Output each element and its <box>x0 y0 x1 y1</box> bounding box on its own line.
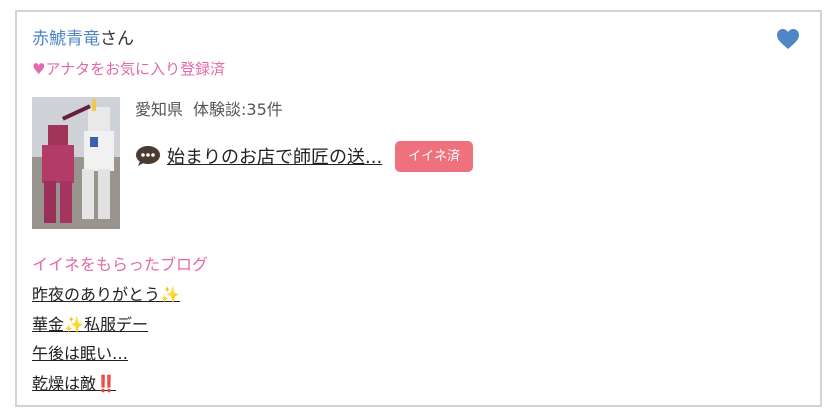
list-item: 午後は眠い… <box>32 343 180 373</box>
favorite-heart-icon[interactable] <box>776 28 800 50</box>
liked-blogs-heading: イイネをもらったブログ <box>32 255 209 274</box>
blog-link[interactable]: 華金✨私服デー <box>32 315 148 334</box>
username-row: 赤鯱青竜さん <box>32 28 134 50</box>
user-thumbnail[interactable] <box>32 97 120 229</box>
liked-blogs-list: 昨夜のありがとう✨ 華金✨私服デー 午後は眠い… 乾燥は敵‼️ <box>32 284 180 402</box>
review-row: 始まりのお店で師匠の送... イイネ済 <box>135 140 474 172</box>
prefecture: 愛知県 <box>135 100 184 119</box>
blog-link[interactable]: 午後は眠い… <box>32 344 128 363</box>
speech-bubble-icon <box>135 145 161 167</box>
blog-title: 昨夜のありがとう <box>32 285 161 304</box>
blog-link[interactable]: 乾燥は敵‼️ <box>32 374 116 393</box>
sparkle-icon: ✨ <box>64 314 84 334</box>
double-exclamation-icon: ‼️ <box>96 373 116 393</box>
username-link[interactable]: 赤鯱青竜 <box>32 29 100 49</box>
iine-status-badge: イイネ済 <box>395 140 474 172</box>
list-item: 昨夜のありがとう✨ <box>32 284 180 314</box>
favorite-user-card: 赤鯱青竜さん ♥アナタをお気に入り登録済 愛知県 体験談:35件 始まりのお店で… <box>15 10 822 407</box>
review-count: 体験談:35件 <box>193 100 283 119</box>
blog-title: 華金 <box>32 314 65 334</box>
sparkle-icon: ✨ <box>160 285 180 304</box>
blog-title: 乾燥は敵 <box>32 373 97 393</box>
blog-title-suffix: 私服デー <box>83 314 148 334</box>
honorific: さん <box>100 29 134 49</box>
blog-title: 午後は眠い… <box>32 344 129 363</box>
profile-meta: 愛知県 体験談:35件 <box>135 99 283 121</box>
blog-link[interactable]: 昨夜のありがとう✨ <box>32 285 180 304</box>
list-item: 乾燥は敵‼️ <box>32 373 180 403</box>
favorite-status-label: ♥アナタをお気に入り登録済 <box>32 60 226 78</box>
list-item: 華金✨私服デー <box>32 314 180 344</box>
review-title-link[interactable]: 始まりのお店で師匠の送... <box>167 143 382 169</box>
